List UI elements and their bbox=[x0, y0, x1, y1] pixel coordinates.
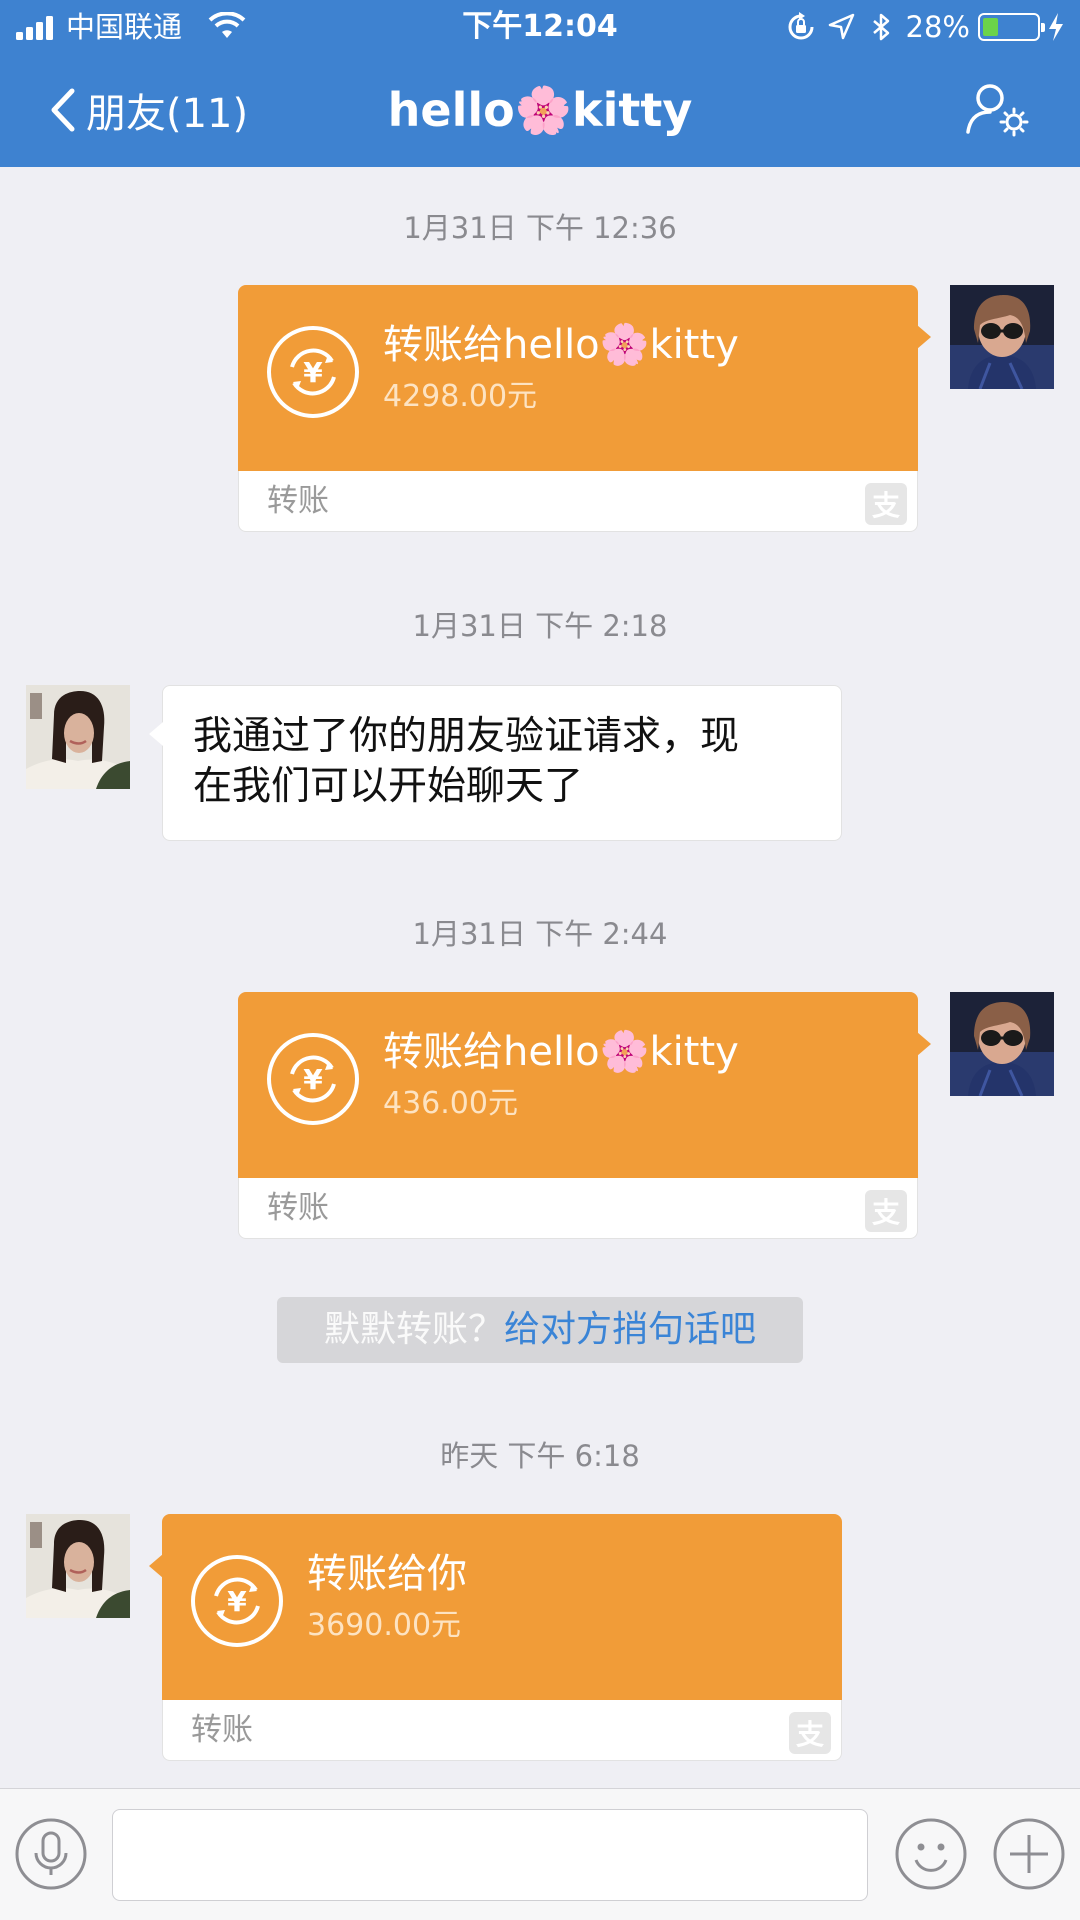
timestamp: 1月31日 下午 12:36 bbox=[403, 211, 677, 245]
avatar-self[interactable] bbox=[950, 992, 1054, 1096]
battery-percent: 28% bbox=[905, 10, 970, 44]
alipay-icon: 支 bbox=[865, 483, 907, 525]
cherry-blossom-emoji: 🌸 bbox=[514, 83, 573, 137]
svg-text:¥: ¥ bbox=[303, 356, 323, 389]
avatar-self-image bbox=[950, 285, 1054, 389]
avatar-friend[interactable] bbox=[26, 685, 130, 789]
transfer-card-body: ¥ 转账给你 3690.00元 bbox=[149, 1514, 842, 1700]
bubble-tail bbox=[917, 325, 931, 349]
transfer-card-body: ¥ 转账给hello🌸kitty 4298.00元 bbox=[238, 285, 931, 471]
transfer-card-body: ¥ 转账给hello🌸kitty 436.00元 bbox=[238, 992, 931, 1178]
avatar-friend[interactable] bbox=[26, 1514, 130, 1618]
status-bar: 中国联通 下午12:04 28% bbox=[0, 0, 1080, 55]
avatar-friend-image bbox=[26, 685, 130, 789]
yuan-coin-icon: ¥ bbox=[267, 326, 359, 418]
timestamp: 昨天 下午 6:18 bbox=[440, 1439, 640, 1473]
transfer-amount: 4298.00元 bbox=[383, 379, 538, 414]
battery-level bbox=[983, 18, 998, 36]
transfer-amount: 3690.00元 bbox=[307, 1608, 462, 1643]
bubble-tail bbox=[917, 1032, 931, 1056]
transfer-label: 转账 bbox=[267, 1190, 329, 1226]
send-message-link[interactable]: 给对方捎句话吧 bbox=[504, 1309, 756, 1350]
text-message-bubble[interactable]: 我通过了你的朋友验证请求，现 在我们可以开始聊天了 bbox=[149, 685, 842, 841]
transfer-label: 转账 bbox=[267, 483, 329, 519]
plus-icon[interactable] bbox=[992, 1817, 1066, 1891]
transfer-title: 转账给你 bbox=[307, 1551, 467, 1597]
input-bar bbox=[0, 1788, 1080, 1920]
svg-text:支: 支 bbox=[872, 1196, 900, 1229]
avatar-self-image bbox=[950, 992, 1054, 1096]
cherry-blossom-emoji: 🌸 bbox=[599, 322, 650, 368]
message-text-line: 我通过了你的朋友验证请求，现 bbox=[193, 714, 740, 759]
alipay-icon: 支 bbox=[865, 1190, 907, 1232]
transfer-title: 转账给hello🌸kitty bbox=[383, 322, 739, 368]
transfer-card[interactable]: ¥ 转账给你 3690.00元 转账 支 bbox=[149, 1514, 842, 1761]
bubble-tail bbox=[149, 1554, 163, 1578]
message-text-line: 在我们可以开始聊天了 bbox=[193, 764, 584, 809]
system-tip: 默默转账？给对方捎句话吧 bbox=[277, 1297, 803, 1363]
transfer-card-footer: 转账 支 bbox=[238, 471, 918, 532]
avatar-friend-image bbox=[26, 1514, 130, 1618]
svg-text:¥: ¥ bbox=[227, 1585, 247, 1618]
chat-title-suffix: kitty bbox=[572, 83, 693, 137]
svg-text:¥: ¥ bbox=[303, 1063, 323, 1096]
orientation-lock-icon bbox=[788, 12, 814, 40]
chat-title-prefix: hello bbox=[387, 83, 515, 137]
timestamp: 1月31日 下午 2:44 bbox=[412, 917, 668, 951]
system-tip-text: 默默转账？ bbox=[323, 1309, 504, 1350]
yuan-coin-icon: ¥ bbox=[191, 1555, 283, 1647]
svg-text:支: 支 bbox=[872, 489, 900, 522]
user-settings-icon[interactable] bbox=[962, 80, 1030, 140]
bluetooth-icon bbox=[872, 13, 889, 41]
transfer-card-footer: 转账 支 bbox=[238, 1178, 918, 1239]
top-bar: 中国联通 下午12:04 28% 朋友(11) hello🌸kitty bbox=[0, 0, 1080, 167]
transfer-label: 转账 bbox=[191, 1712, 253, 1748]
location-icon bbox=[828, 13, 854, 40]
transfer-card[interactable]: ¥ 转账给hello🌸kitty 4298.00元 转账 支 bbox=[238, 285, 931, 532]
smiley-icon[interactable] bbox=[894, 1817, 968, 1891]
transfer-card[interactable]: ¥ 转账给hello🌸kitty 436.00元 转账 支 bbox=[238, 992, 931, 1239]
transfer-amount: 436.00元 bbox=[383, 1086, 518, 1121]
alipay-icon: 支 bbox=[789, 1712, 831, 1754]
status-right-group: 28% bbox=[786, 10, 1066, 44]
transfer-title: 转账给hello🌸kitty bbox=[383, 1029, 739, 1075]
charging-bolt-icon bbox=[1049, 13, 1063, 41]
timestamp: 1月31日 下午 2:18 bbox=[412, 609, 668, 643]
chat-title: hello🌸kitty bbox=[0, 80, 1080, 140]
yuan-coin-icon: ¥ bbox=[267, 1033, 359, 1125]
message-input[interactable] bbox=[112, 1809, 868, 1901]
svg-text:支: 支 bbox=[796, 1718, 824, 1751]
bubble-tail bbox=[149, 722, 163, 746]
battery-icon bbox=[978, 13, 1045, 41]
transfer-card-footer: 转账 支 bbox=[162, 1700, 842, 1761]
cherry-blossom-emoji: 🌸 bbox=[599, 1029, 650, 1075]
microphone-icon[interactable] bbox=[14, 1817, 88, 1891]
avatar-self[interactable] bbox=[950, 285, 1054, 389]
